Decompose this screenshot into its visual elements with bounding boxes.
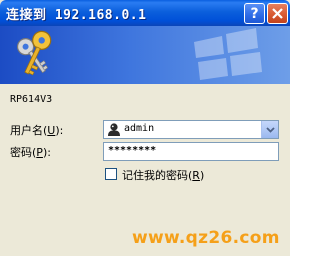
- username-accesskey: U: [47, 124, 56, 137]
- chevron-down-icon: [265, 126, 275, 133]
- remember-accesskey: R: [192, 169, 200, 182]
- site-watermark: www.qz26.com: [132, 228, 280, 248]
- help-icon: ?: [250, 5, 259, 22]
- window-title: 连接到 192.168.0.1: [6, 8, 147, 23]
- password-value: ********: [108, 145, 157, 156]
- username-label: 用户名(U):: [10, 124, 64, 137]
- help-button[interactable]: ?: [244, 3, 265, 24]
- username-value: admin: [124, 123, 155, 134]
- banner: [0, 26, 290, 84]
- username-combobox[interactable]: admin: [103, 120, 279, 139]
- username-dropdown-button[interactable]: [261, 121, 278, 138]
- remember-password-checkbox[interactable]: [105, 168, 117, 180]
- login-form: RP614V3 用户名(U): admin 密码(P): ******** 记住…: [3, 84, 287, 224]
- remember-password-label[interactable]: 记住我的密码(R): [122, 167, 204, 183]
- password-field[interactable]: ********: [103, 142, 279, 161]
- password-label: 密码(P):: [10, 146, 51, 159]
- close-icon: [272, 8, 283, 19]
- username-label-text: 用户名: [10, 124, 43, 137]
- keys-icon: [16, 30, 52, 76]
- password-label-text: 密码: [10, 146, 32, 159]
- footer: www.qz26.com: [0, 224, 290, 256]
- close-button[interactable]: [267, 3, 288, 24]
- user-icon: [108, 123, 120, 136]
- title-bar[interactable]: 连接到 192.168.0.1 ?: [0, 0, 290, 26]
- password-accesskey: P: [36, 146, 43, 159]
- windows-logo-watermark: [194, 28, 262, 80]
- device-name: RP614V3: [10, 94, 53, 105]
- login-dialog: 连接到 192.168.0.1 ? RP614V3 用户名(U): admin …: [0, 0, 290, 256]
- remember-password-text: 记住我的密码: [122, 169, 188, 182]
